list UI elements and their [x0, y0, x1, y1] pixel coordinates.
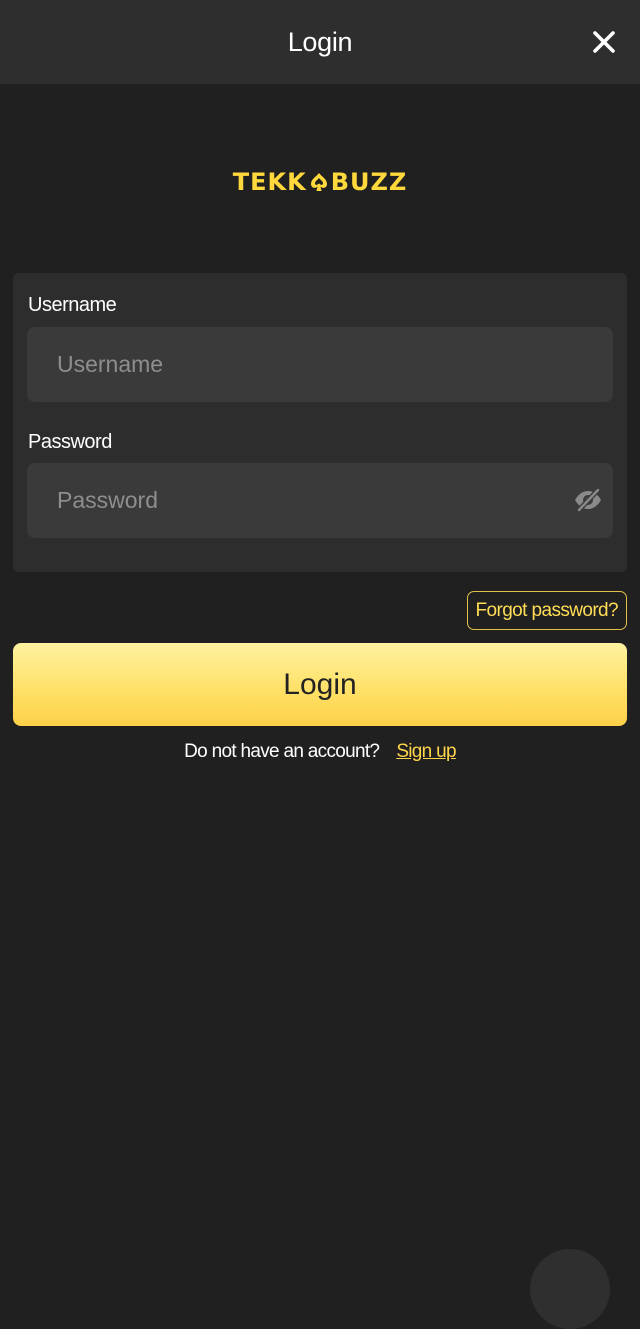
- username-input[interactable]: [27, 327, 613, 402]
- logo-text-left: TEKK: [232, 168, 307, 196]
- signup-link[interactable]: Sign up: [396, 741, 456, 763]
- password-input[interactable]: [27, 463, 613, 538]
- close-button[interactable]: [586, 24, 622, 60]
- signup-prompt: Do not have an account?: [184, 741, 380, 762]
- password-label: Password: [28, 431, 112, 453]
- page-title: Login: [287, 26, 353, 57]
- username-label: Username: [28, 294, 117, 316]
- app-header: Login: [0, 0, 640, 84]
- floating-widget-button[interactable]: [530, 1249, 610, 1329]
- forgot-password-link[interactable]: Forgot password?: [466, 591, 627, 630]
- spade-icon: [310, 173, 327, 191]
- login-form: Username Password: [13, 273, 627, 572]
- login-button[interactable]: Login: [13, 643, 627, 726]
- eye-slash-icon: [575, 488, 601, 512]
- password-visibility-toggle[interactable]: [571, 485, 605, 515]
- close-icon: [593, 31, 615, 53]
- brand-logo: TEKK BUZZ: [0, 162, 640, 202]
- signup-prompt-row: Do not have an account? Sign up: [0, 736, 640, 768]
- logo-text-right: BUZZ: [330, 168, 408, 196]
